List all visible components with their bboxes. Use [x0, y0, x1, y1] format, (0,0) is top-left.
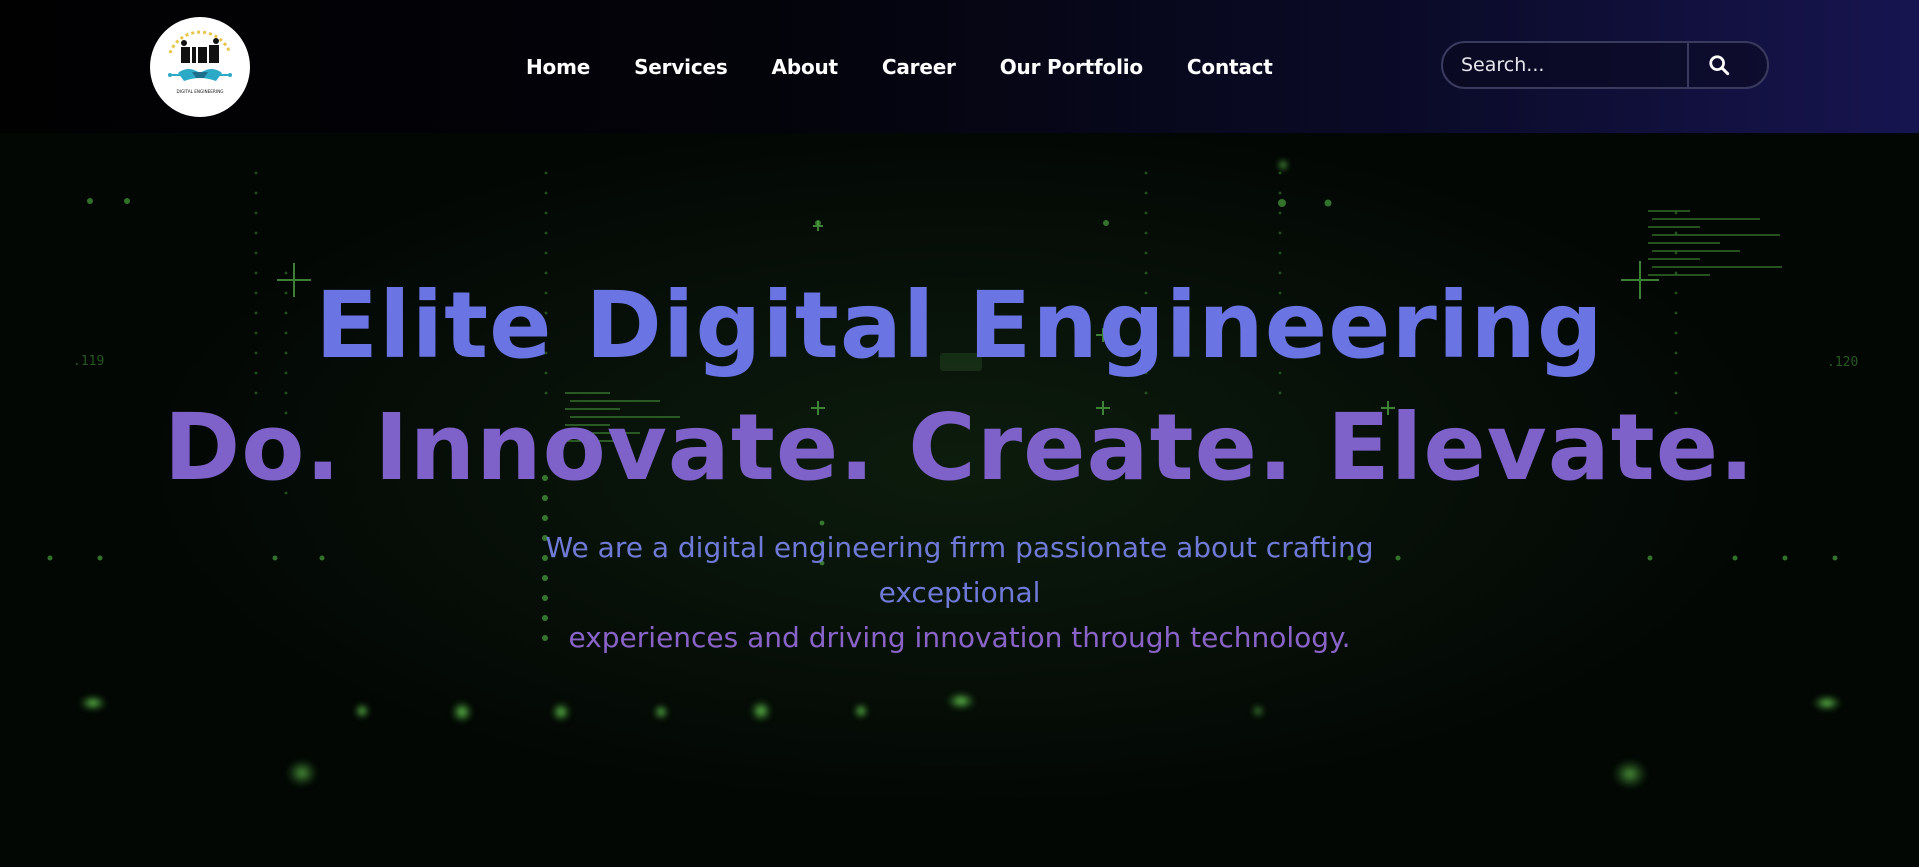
nav-item-career[interactable]: Career: [882, 53, 956, 81]
search-icon: [1709, 55, 1730, 76]
logo-emblem-icon: DIGITAL ENGINEERING: [151, 18, 249, 116]
hero-subtitle-line1: We are a digital engineering firm passio…: [545, 531, 1374, 609]
hero-title-line2: Do. Innovate. Create. Elevate.: [163, 394, 1756, 501]
hero-title-line1: Elite Digital Engineering: [315, 272, 1604, 379]
nav-item-contact[interactable]: Contact: [1187, 53, 1273, 81]
hero-section: .119 .120 Elite Digital Engineering Do. …: [0, 133, 1919, 867]
main-nav: Home Services About Career Our Portfolio…: [526, 53, 1317, 81]
hero-subtitle: We are a digital engineering firm passio…: [470, 525, 1449, 660]
navbar: DIGITAL ENGINEERING Home Services About …: [0, 0, 1919, 133]
search-input[interactable]: [1443, 45, 1687, 85]
nav-item-home[interactable]: Home: [526, 53, 590, 81]
nav-item-services[interactable]: Services: [634, 53, 728, 81]
search-button[interactable]: [1689, 43, 1749, 87]
search-box: [1441, 41, 1769, 89]
svg-text:DIGITAL ENGINEERING: DIGITAL ENGINEERING: [177, 89, 224, 94]
nav-item-about[interactable]: About: [772, 53, 839, 81]
brand-logo[interactable]: DIGITAL ENGINEERING: [150, 17, 250, 117]
nav-item-portfolio[interactable]: Our Portfolio: [1000, 53, 1143, 81]
hero-subtitle-line2: experiences and driving innovation throu…: [568, 621, 1351, 654]
